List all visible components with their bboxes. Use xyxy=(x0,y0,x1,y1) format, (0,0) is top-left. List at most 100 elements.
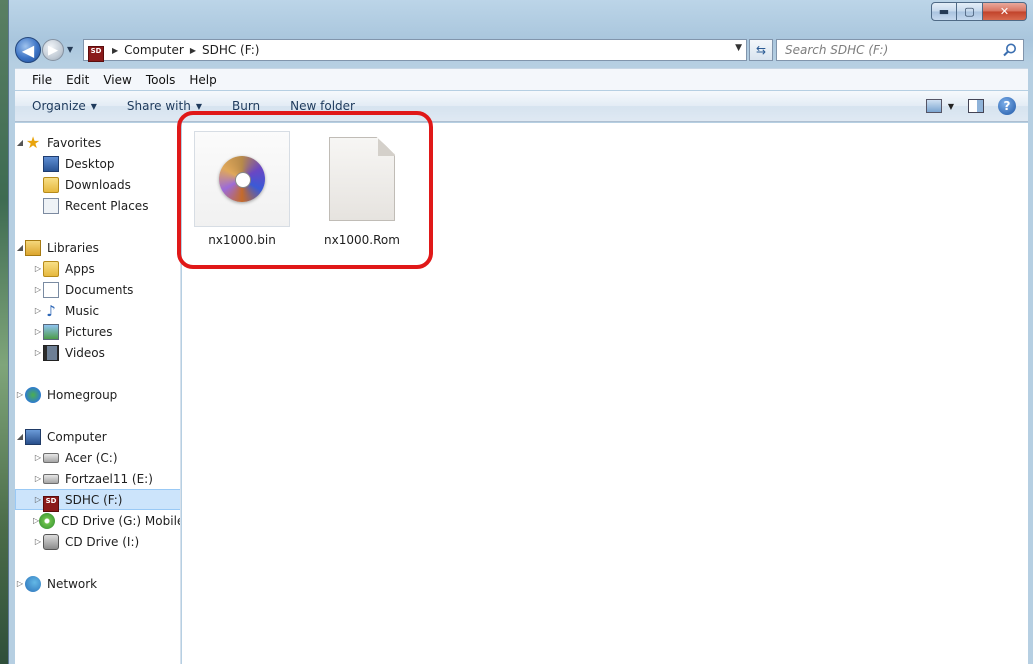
tree-item-downloads[interactable]: Downloads xyxy=(15,174,180,195)
computer-icon xyxy=(25,428,41,445)
tree-label: Documents xyxy=(65,282,134,297)
tree-libraries[interactable]: ◢ Libraries xyxy=(15,237,180,258)
tree-item-desktop[interactable]: Desktop xyxy=(15,153,180,174)
refresh-button[interactable]: ⇆ xyxy=(749,39,773,61)
collapsed-icon[interactable]: ▷ xyxy=(15,390,25,399)
tree-item-cd-drive-g[interactable]: ▷ CD Drive (G:) Mobile xyxy=(15,510,181,531)
collapsed-icon[interactable]: ▷ xyxy=(33,285,43,294)
minimize-button[interactable]: ▬ xyxy=(931,2,957,21)
menu-tools[interactable]: Tools xyxy=(139,73,183,87)
apps-folder-icon xyxy=(43,260,59,277)
collapsed-icon[interactable]: ▷ xyxy=(33,264,43,273)
tree-label: Videos xyxy=(65,345,105,360)
tree-item-apps[interactable]: ▷ Apps xyxy=(15,258,180,279)
downloads-folder-icon xyxy=(43,176,59,193)
tree-item-acer-c[interactable]: ▷ Acer (C:) xyxy=(15,447,180,468)
tree-favorites[interactable]: ◢ ★ Favorites xyxy=(15,132,180,153)
expanded-icon[interactable]: ◢ xyxy=(15,243,25,252)
command-bar-right: ▼ ? xyxy=(925,97,1016,115)
tree-item-cd-drive-i[interactable]: ▷ CD Drive (I:) xyxy=(15,531,180,552)
search-icon[interactable] xyxy=(1002,42,1018,58)
tree-label: Recent Places xyxy=(65,198,149,213)
expanded-icon[interactable]: ◢ xyxy=(15,138,25,147)
tree-label: Downloads xyxy=(65,177,131,192)
tree-label: Homegroup xyxy=(47,387,118,402)
music-note-icon: ♪ xyxy=(46,301,56,320)
navigation-pane: ◢ ★ Favorites Desktop Downloads Recent P… xyxy=(15,123,181,664)
tree-label: Network xyxy=(47,576,98,591)
tree-item-sdhc-f[interactable]: ▷ SD SDHC (F:) xyxy=(15,489,180,512)
back-button[interactable]: ◀ xyxy=(15,37,41,63)
caption-buttons: ▬ ▢ ✕ xyxy=(931,2,1027,21)
refresh-icon: ⇆ xyxy=(755,43,767,57)
collapsed-icon[interactable]: ▷ xyxy=(33,327,43,336)
tree-network[interactable]: ▷ Network xyxy=(15,573,180,594)
address-dropdown-icon[interactable]: ▼ xyxy=(735,43,742,53)
tree-computer[interactable]: ◢ Computer xyxy=(15,426,180,447)
menu-file[interactable]: File xyxy=(25,73,59,87)
collapsed-icon[interactable]: ▷ xyxy=(15,579,25,588)
help-icon[interactable]: ? xyxy=(998,97,1016,115)
preview-pane-icon[interactable] xyxy=(968,99,984,113)
command-bar: Organize ▼ Share with ▼ Burn New folder … xyxy=(15,91,1028,122)
collapsed-icon[interactable]: ▷ xyxy=(33,474,43,483)
sd-card-icon: SD xyxy=(88,42,106,62)
desktop-icon xyxy=(43,155,59,172)
tree-label: CD Drive (G:) Mobile xyxy=(61,513,181,528)
tree-item-fortzael11-e[interactable]: ▷ Fortzael11 (E:) xyxy=(15,468,180,489)
change-view-icon[interactable] xyxy=(925,99,942,113)
search-input[interactable]: Search SDHC (F:) xyxy=(776,39,1024,61)
collapsed-icon[interactable]: ▷ xyxy=(33,537,43,546)
tree-item-videos[interactable]: ▷ Videos xyxy=(15,342,180,363)
cd-drive-icon xyxy=(43,533,59,550)
pictures-icon xyxy=(43,323,59,340)
view-options-dropdown[interactable]: ▼ xyxy=(948,102,954,111)
cd-drive-icon xyxy=(39,512,56,529)
chevron-down-icon: ▼ xyxy=(195,101,202,111)
maximize-button[interactable]: ▢ xyxy=(957,2,983,21)
close-button[interactable]: ✕ xyxy=(983,2,1027,21)
search-placeholder: Search SDHC (F:) xyxy=(785,43,889,57)
address-bar[interactable]: SD ▶ Computer ▶ SDHC (F:) ▼ xyxy=(83,39,747,62)
breadcrumb-computer[interactable]: Computer xyxy=(124,43,184,57)
breadcrumb-sdhc[interactable]: SDHC (F:) xyxy=(202,43,259,57)
tree-label: CD Drive (I:) xyxy=(65,534,140,549)
removable-drive-icon xyxy=(43,473,59,484)
tree-label: Favorites xyxy=(47,135,102,150)
tree-label: Apps xyxy=(65,261,95,276)
homegroup-icon xyxy=(25,386,41,403)
tree-item-recent-places[interactable]: Recent Places xyxy=(15,195,180,216)
tree-item-documents[interactable]: ▷ Documents xyxy=(15,279,180,300)
annotation-highlight-box xyxy=(177,111,433,269)
libraries-icon xyxy=(25,239,41,256)
recent-pages-dropdown[interactable]: ▼ xyxy=(67,45,73,54)
expanded-icon[interactable]: ◢ xyxy=(15,432,25,441)
star-icon: ★ xyxy=(25,132,41,152)
tree-label: Desktop xyxy=(65,156,115,171)
organize-button[interactable]: Organize ▼ xyxy=(32,99,97,113)
menu-view[interactable]: View xyxy=(96,73,138,87)
documents-icon xyxy=(43,281,59,298)
collapsed-icon[interactable]: ▷ xyxy=(33,453,43,462)
tree-label: Computer xyxy=(47,429,107,444)
recent-places-icon xyxy=(43,197,59,214)
tree-label: Libraries xyxy=(47,240,99,255)
tree-label: Pictures xyxy=(65,324,113,339)
breadcrumb-separator[interactable]: ▶ xyxy=(190,46,196,55)
menu-help[interactable]: Help xyxy=(182,73,223,87)
tree-label: Music xyxy=(65,303,100,318)
film-strip-icon xyxy=(43,344,59,361)
collapsed-icon[interactable]: ▷ xyxy=(33,306,43,315)
tree-item-pictures[interactable]: ▷ Pictures xyxy=(15,321,180,342)
collapsed-icon[interactable]: ▷ xyxy=(33,495,43,504)
collapsed-icon[interactable]: ▷ xyxy=(33,348,43,357)
tree-label: Acer (C:) xyxy=(65,450,118,465)
tree-item-music[interactable]: ▷ ♪ Music xyxy=(15,300,180,321)
organize-label: Organize xyxy=(32,99,86,113)
forward-button[interactable]: ▶ xyxy=(42,39,64,61)
sd-card-icon: SD xyxy=(43,492,59,512)
tree-homegroup[interactable]: ▷ Homegroup xyxy=(15,384,180,405)
menu-edit[interactable]: Edit xyxy=(59,73,96,87)
explorer-window: ▬ ▢ ✕ ◀ ▶ ▼ SD ▶ Computer ▶ SDHC (F:) ▼ … xyxy=(8,0,1033,664)
breadcrumb-separator[interactable]: ▶ xyxy=(112,46,118,55)
